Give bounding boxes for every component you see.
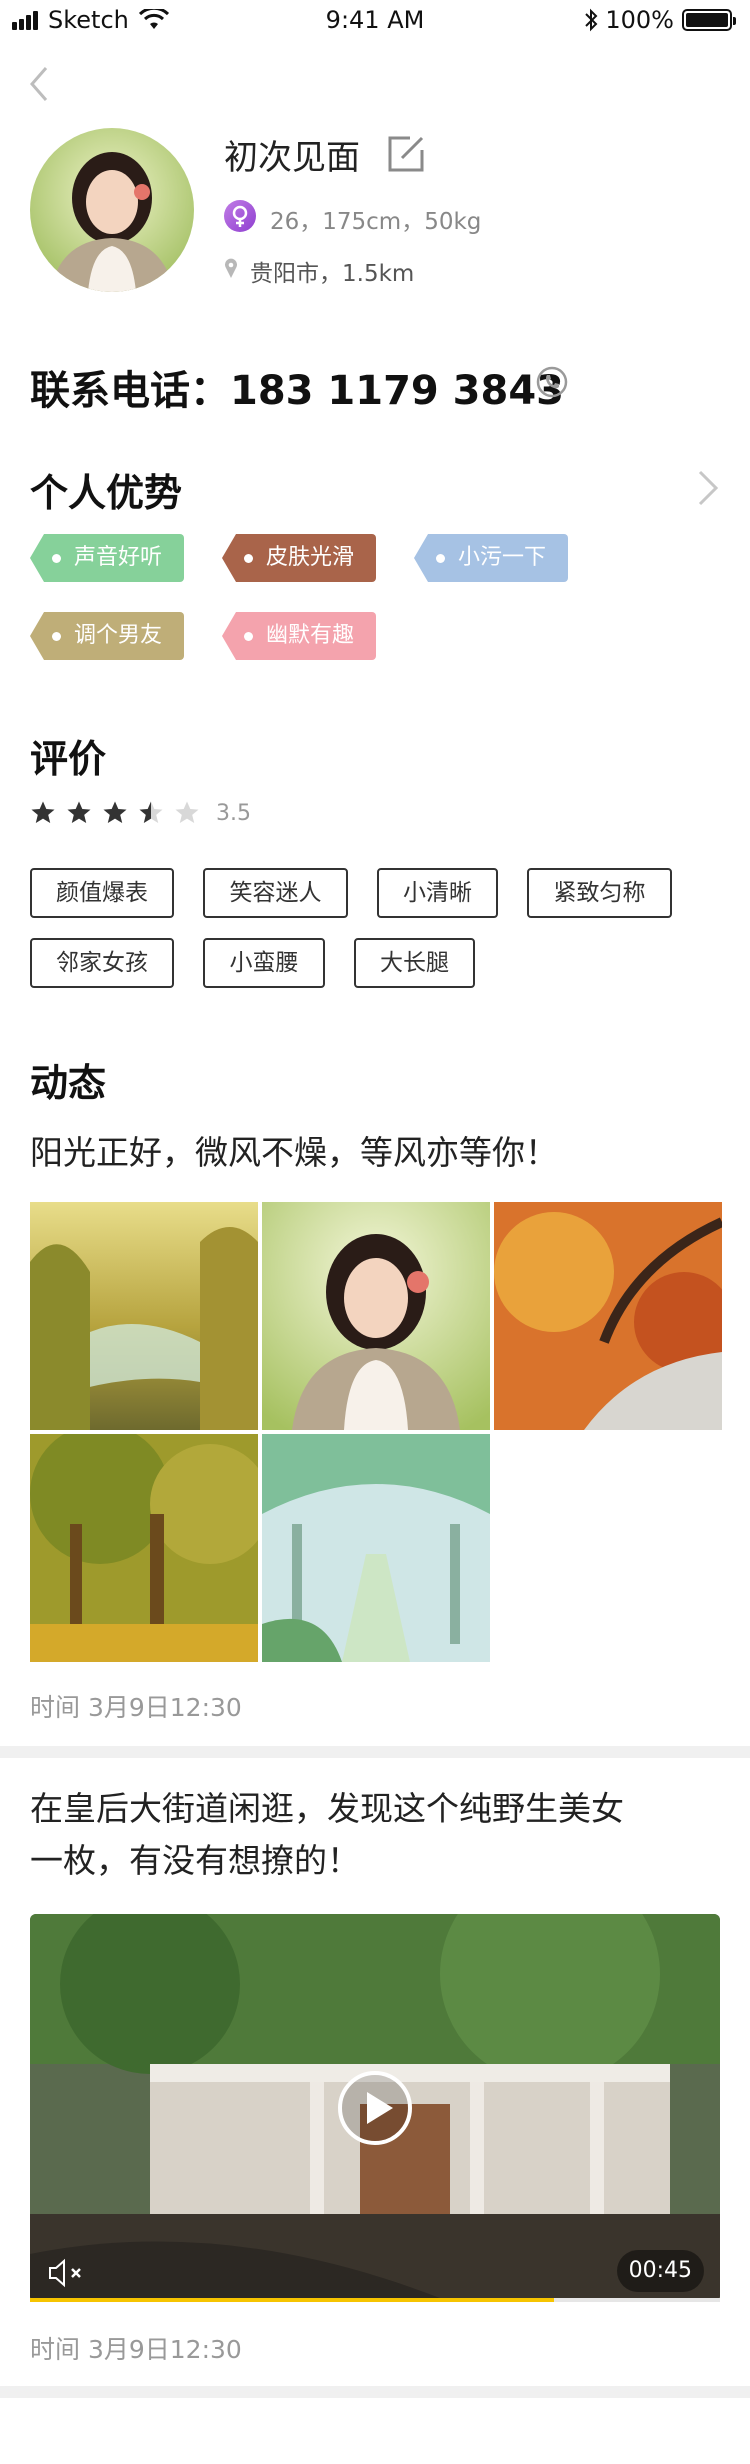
bluetooth-icon — [585, 8, 598, 32]
mute-icon[interactable] — [48, 2258, 86, 2288]
review-tag: 大长腿 — [354, 938, 475, 988]
review-tag: 笑容迷人 — [203, 868, 348, 918]
post-image[interactable] — [262, 1202, 490, 1430]
post-image[interactable] — [30, 1434, 258, 1662]
divider — [0, 2386, 750, 2398]
advantage-tag: 皮肤光滑 — [222, 534, 377, 582]
phone-number: 联系电话：183 1179 3843 — [30, 368, 565, 414]
advantage-tag: 调个男友 — [30, 612, 185, 660]
review-title: 评价 — [30, 737, 107, 781]
review-tag: 颜值爆表 — [30, 868, 174, 918]
female-gender-icon — [224, 200, 256, 232]
video-progress-fill — [30, 2298, 555, 2302]
star-icon — [31, 801, 55, 823]
edit-icon[interactable] — [384, 132, 428, 176]
divider — [0, 1746, 750, 1758]
nickname: 初次见面 — [224, 138, 360, 178]
chevron-right-icon[interactable] — [694, 468, 720, 508]
back-button[interactable] — [20, 62, 60, 106]
post-image[interactable] — [494, 1202, 722, 1430]
avatar[interactable] — [30, 128, 194, 292]
post-video[interactable]: 00:45 — [30, 1914, 720, 2302]
review-tag: 邻家女孩 — [30, 938, 174, 988]
rating-stars: 3.5 — [30, 800, 251, 826]
post-timestamp: 时间 3月9日12:30 — [30, 1693, 242, 1722]
advantage-tag: 幽默有趣 — [222, 612, 377, 660]
post-image[interactable] — [262, 1434, 490, 1662]
location-text: 贵阳市，1.5km — [250, 261, 415, 287]
review-tag: 紧致匀称 — [527, 868, 672, 918]
advantages-title: 个人优势 — [30, 471, 183, 515]
post-text: 一枚，有没有想撩的！ — [30, 1841, 360, 1880]
location-pin-icon — [225, 258, 237, 278]
rating-value: 3.5 — [216, 800, 251, 826]
post-text: 在皇后大街道闲逛，发现这个纯野生美女 — [30, 1789, 624, 1828]
post-image[interactable] — [30, 1202, 258, 1430]
feed-title: 动态 — [30, 1061, 107, 1105]
video-duration: 00:45 — [616, 2250, 704, 2292]
post-timestamp: 时间 3月9日12:30 — [30, 2335, 242, 2364]
video-progress[interactable] — [30, 2298, 720, 2302]
play-icon[interactable] — [337, 2070, 413, 2146]
star-icon — [103, 801, 127, 823]
battery-icon — [682, 9, 736, 31]
profile-stats: 26，175cm，50kg — [270, 209, 482, 235]
star-icon — [67, 801, 91, 823]
post-text: 阳光正好，微风不燥，等风亦等你！ — [30, 1133, 558, 1172]
star-icon — [139, 801, 163, 823]
star-icon — [175, 801, 199, 823]
advantage-tag: 小污一下 — [414, 534, 569, 582]
status-bar: Sketch 9:41 AM 100% — [0, 0, 750, 40]
advantage-tag: 声音好听 — [30, 534, 185, 582]
review-tag: 小蛮腰 — [203, 938, 325, 988]
status-right: 100% — [583, 6, 736, 34]
battery-percent: 100% — [605, 6, 674, 34]
review-tag: 小清晰 — [377, 868, 498, 918]
phone-call-icon[interactable] — [536, 366, 568, 398]
